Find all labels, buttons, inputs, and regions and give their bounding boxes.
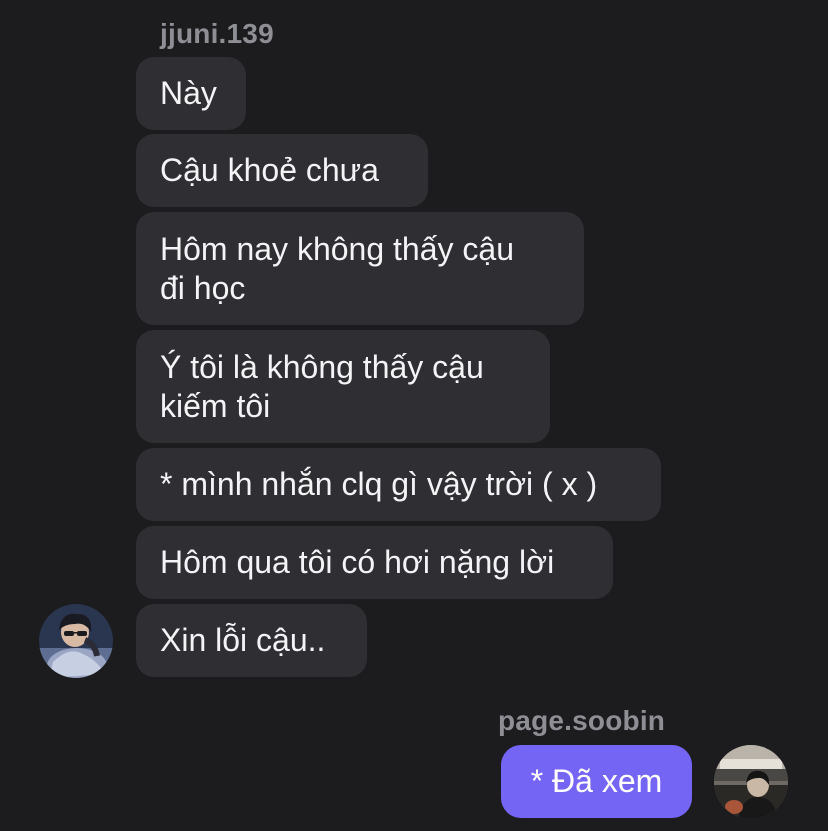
message-bubble[interactable]: Hôm qua tôi có hơi nặng lời bbox=[136, 526, 613, 599]
message-bubble[interactable]: Ý tôi là không thấy cậu kiếm tôi bbox=[136, 330, 550, 443]
message-bubble[interactable]: Xin lỗi cậu.. bbox=[136, 604, 367, 677]
message-text: Xin lỗi cậu.. bbox=[160, 622, 326, 658]
message-text: Này bbox=[160, 75, 217, 111]
message-text: Ý tôi là không thấy cậu kiếm tôi bbox=[160, 348, 484, 424]
chat-thread: jjuni.139 Này Cậu khoẻ chưa Hôm nay khôn… bbox=[0, 0, 828, 831]
message-bubble[interactable]: * mình nhắn clq gì vậy trời ( x ) bbox=[136, 448, 661, 521]
avatar-photo-icon bbox=[714, 745, 788, 819]
message-text: Cậu khoẻ chưa bbox=[160, 152, 379, 188]
avatar-photo-icon bbox=[39, 604, 113, 678]
message-text: * Đã xem bbox=[530, 763, 663, 799]
message-text: * mình nhắn clq gì vậy trời ( x ) bbox=[160, 466, 598, 502]
message-bubble[interactable]: Hôm nay không thấy cậu đi học bbox=[136, 212, 584, 325]
incoming-avatar[interactable] bbox=[39, 604, 113, 678]
message-bubble[interactable]: Này bbox=[136, 57, 246, 130]
outgoing-message-bubble[interactable]: * Đã xem bbox=[501, 745, 692, 818]
outgoing-avatar[interactable] bbox=[714, 745, 788, 819]
incoming-sender-name: jjuni.139 bbox=[160, 18, 274, 49]
message-text: Hôm qua tôi có hơi nặng lời bbox=[160, 544, 555, 580]
message-text: Hôm nay không thấy cậu đi học bbox=[160, 230, 514, 306]
message-bubble[interactable]: Cậu khoẻ chưa bbox=[136, 134, 428, 207]
outgoing-sender-name: page.soobin bbox=[498, 705, 666, 736]
